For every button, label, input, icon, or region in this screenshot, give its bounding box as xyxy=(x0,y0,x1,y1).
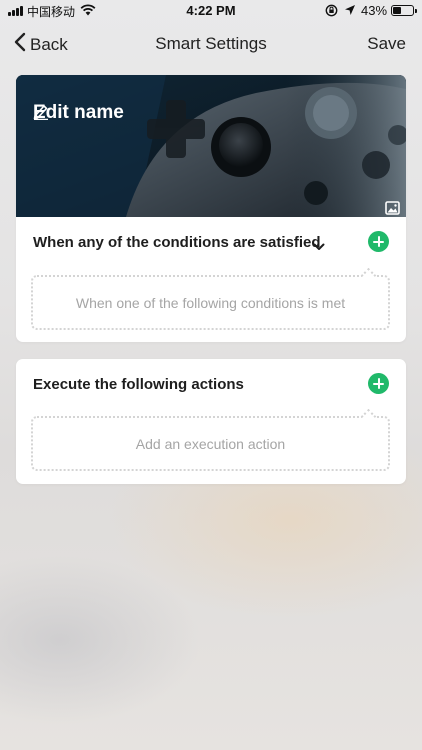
gamepad-photo xyxy=(16,75,406,217)
status-bar: 中国移动 4:22 PM 43% xyxy=(0,0,422,22)
add-condition-button[interactable] xyxy=(368,231,389,252)
conditions-header: When any of the conditions are satisfied xyxy=(16,217,406,269)
conditions-placeholder-text: When one of the following conditions is … xyxy=(75,294,346,311)
actions-title: Execute the following actions xyxy=(33,376,244,393)
save-button[interactable]: Save xyxy=(367,34,406,54)
clock: 4:22 PM xyxy=(186,3,236,18)
scene-cover-image[interactable]: Edit name xyxy=(16,75,406,217)
notch-decoration xyxy=(360,408,377,425)
conditions-card: Edit name When any of the conditions are… xyxy=(16,75,406,342)
actions-placeholder-text: Add an execution action xyxy=(135,435,286,452)
notch-decoration xyxy=(360,267,377,284)
actions-header: Execute the following actions xyxy=(16,359,406,411)
rotation-lock-icon xyxy=(325,4,338,20)
actions-card: Execute the following actions Add an exe… xyxy=(16,359,406,484)
battery-percentage: 43% xyxy=(361,3,388,18)
conditions-title: When any of the conditions are satisfied xyxy=(33,234,321,251)
actions-placeholder[interactable]: Add an execution action xyxy=(31,408,390,471)
navigation-bar: Back Smart Settings Save xyxy=(0,22,422,66)
edit-name-button[interactable]: Edit name xyxy=(33,102,130,124)
battery-icon xyxy=(391,5,417,16)
add-action-button[interactable] xyxy=(368,373,389,394)
chevron-down-icon[interactable] xyxy=(313,238,325,256)
conditions-placeholder[interactable]: When one of the following conditions is … xyxy=(31,267,390,330)
page-title: Smart Settings xyxy=(155,34,267,53)
location-arrow-icon xyxy=(344,4,356,19)
